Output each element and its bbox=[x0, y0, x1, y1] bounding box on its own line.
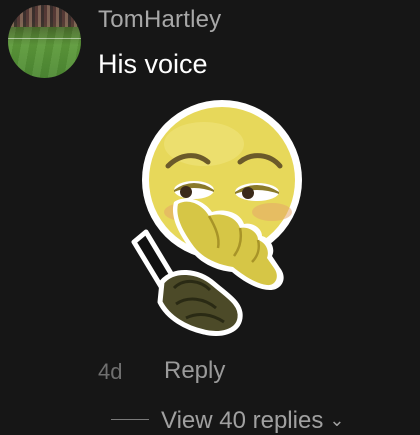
reply-button[interactable]: Reply bbox=[164, 357, 225, 385]
pitch-stripes bbox=[8, 26, 81, 78]
replies-divider bbox=[111, 419, 149, 420]
embarrassed-emoji-sticker-icon bbox=[131, 100, 302, 336]
pitch-line bbox=[8, 37, 81, 39]
comment-timestamp: 4d bbox=[98, 359, 123, 384]
view-replies-label: View 40 replies bbox=[161, 407, 324, 434]
chevron-down-icon: ⌄ bbox=[329, 410, 345, 430]
view-replies-button[interactable]: View 40 replies ⌄ bbox=[161, 407, 344, 435]
stadium-stands bbox=[8, 5, 81, 27]
comment-username[interactable]: TomHartley bbox=[98, 6, 221, 34]
user-avatar[interactable] bbox=[8, 5, 81, 78]
comment-text: His voice bbox=[98, 49, 208, 79]
